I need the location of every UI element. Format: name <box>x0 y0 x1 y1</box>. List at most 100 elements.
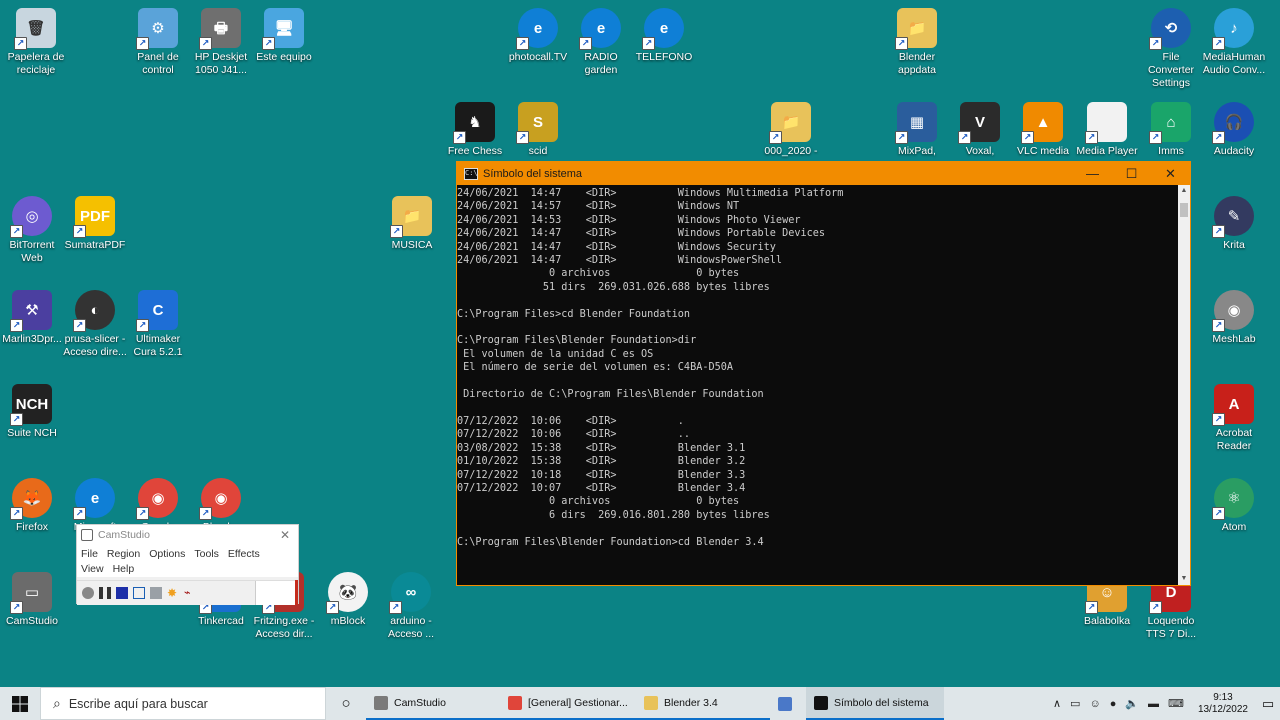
scid-icon: S ↗ <box>516 102 558 144</box>
scroll-thumb[interactable] <box>1180 203 1188 217</box>
file-converter-icon: ⟲ ↗ <box>1149 8 1191 50</box>
desktop-icon-telefono[interactable]: e ↗ TELEFONO <box>632 8 696 64</box>
desktop-icon-sumatra[interactable]: PDF ↗ SumatraPDF <box>63 196 127 252</box>
desktop-icon-equipo[interactable]: 🖥 ↗ Este equipo <box>252 8 316 64</box>
shortcut-arrow-icon: ↗ <box>958 131 971 144</box>
console-line: 03/08/2022 15:38 <DIR> Blender 3.1 <box>457 442 746 454</box>
taskbar-app[interactable] <box>770 687 806 720</box>
scrollbar[interactable]: ▲ ▼ <box>1178 185 1190 585</box>
desktop-icon-mediahuman[interactable]: ♪ ↗ MediaHuman Audio Conv... <box>1202 8 1266 77</box>
menu-item-options[interactable]: Options <box>149 547 185 562</box>
desktop-icon-firefox[interactable]: 🦊 ↗ Firefox <box>0 478 64 534</box>
desktop-icon-label: Ultimaker Cura 5.2.1 <box>133 333 183 358</box>
desktop-icon-marlin[interactable]: ⚒ ↗ Marlin3Dpr... <box>0 290 64 346</box>
camstudio-window[interactable]: CamStudio ✕ File Region Options Tools Effect… <box>76 524 299 605</box>
desktop-icon-mixpad[interactable]: ▦ ↗ MixPad, <box>885 102 949 158</box>
desktop-icon-imms[interactable]: ⌂ ↗ Imms <box>1139 102 1203 158</box>
region-icon[interactable] <box>133 587 145 599</box>
clock[interactable]: 9:13 13/12/2022 <box>1190 692 1256 716</box>
menu-item-view[interactable]: View <box>81 562 104 577</box>
taskbar-explorer[interactable]: Blender 3.4 <box>636 687 770 720</box>
task-label: Símbolo del sistema <box>834 696 929 709</box>
microphone-icon[interactable]: ● <box>1110 698 1117 710</box>
scroll-up-icon[interactable]: ▲ <box>1178 185 1190 197</box>
record-icon[interactable] <box>82 587 94 599</box>
console-output[interactable]: 24/06/2021 14:47 <DIR> Windows Multimedi… <box>457 185 1178 585</box>
desktop-icon-mediaplayer[interactable]: ↗ Media Player <box>1075 102 1139 158</box>
desktop-icon-recycle[interactable]: 🗑 ↗ Papelera de reciclaje <box>4 8 68 77</box>
taskbar-camstudio[interactable]: CamStudio <box>366 687 500 720</box>
effects-icon[interactable]: ✸ <box>167 587 179 599</box>
desktop-icon-hp[interactable]: 🖶 ↗ HP Deskjet 1050 J41... <box>189 8 253 77</box>
desktop-icon-musica[interactable]: 📁 ↗ MUSICA <box>380 196 444 252</box>
desktop-icon-prusa[interactable]: ◐ ↗ prusa-slicer - Acceso dire... <box>63 290 127 359</box>
notifications-icon[interactable]: ▭ <box>1256 696 1280 712</box>
desktop-icon-camstudio_ic[interactable]: ▭ ↗ CamStudio <box>0 572 64 628</box>
desktop-icon-radio[interactable]: e ↗ RADIO garden <box>569 8 633 77</box>
desktop-icon-acrobat[interactable]: A ↗ Acrobat Reader <box>1202 384 1266 453</box>
scroll-down-icon[interactable]: ▼ <box>1178 573 1190 585</box>
menu-item-help[interactable]: Help <box>113 562 135 577</box>
voxal-icon: V ↗ <box>958 102 1000 144</box>
desktop-icon-ultimaker[interactable]: C ↗ Ultimaker Cura 5.2.1 <box>126 290 190 359</box>
desktop-icon-fileconv[interactable]: ⟲ ↗ File Converter Settings <box>1139 8 1203 90</box>
desktop-icon-mblock[interactable]: 🐼 ↗ mBlock <box>316 572 380 628</box>
desktop-icon-nch[interactable]: NCH ↗ Suite NCH <box>0 384 64 440</box>
desktop-icon-label: Firefox <box>15 521 49 533</box>
folder-icon: 📁 ↗ <box>769 102 811 144</box>
atom-icon: ⚛ ↗ <box>1212 478 1254 520</box>
keyboard-icon[interactable]: ⌨ <box>1168 697 1184 710</box>
menu-item-file[interactable]: File <box>81 547 98 562</box>
volume-icon[interactable]: 🔈 <box>1125 697 1139 710</box>
start-button[interactable] <box>0 687 40 720</box>
options-icon[interactable] <box>150 587 162 599</box>
taskbar-cmd[interactable]: Símbolo del sistema <box>806 687 944 720</box>
menu-item-region[interactable]: Region <box>107 547 140 562</box>
shortcut-arrow-icon: ↗ <box>326 601 339 614</box>
chevron-up-icon[interactable]: ∧ <box>1053 697 1061 710</box>
windows-logo-icon <box>12 695 28 712</box>
minimize-button[interactable]: — <box>1073 162 1112 185</box>
desktop-icon-voxal[interactable]: V ↗ Voxal, <box>948 102 1012 158</box>
desktop-icon-arduino[interactable]: ∞ ↗ arduino - Acceso ... <box>379 572 443 641</box>
folder-icon: 📁 ↗ <box>390 196 432 238</box>
desktop-icon-label: SumatraPDF <box>64 239 126 251</box>
menu-item-tools[interactable]: Tools <box>194 547 219 562</box>
camstudio-titlebar[interactable]: CamStudio ✕ <box>77 525 298 545</box>
shortcut-arrow-icon: ↗ <box>73 225 86 238</box>
console-line: 07/12/2022 10:07 <DIR> Blender 3.4 <box>457 482 746 494</box>
cortana-icon[interactable]: ○ <box>326 695 366 712</box>
console-line: 6 dirs 269.016.801.280 bytes libres <box>457 509 770 521</box>
desktop-icon-meshlab[interactable]: ◉ ↗ MeshLab <box>1202 290 1266 346</box>
maximize-button[interactable]: ☐ <box>1112 162 1151 185</box>
search-box[interactable]: ⌕ Escribe aquí para buscar <box>40 687 326 720</box>
desktop-icon-atom[interactable]: ⚛ ↗ Atom <box>1202 478 1266 534</box>
chess-icon: ♞ ↗ <box>453 102 495 144</box>
close-button[interactable]: ✕ <box>1151 162 1190 185</box>
console-line: 24/06/2021 14:47 <DIR> WindowsPowerShell <box>457 255 783 267</box>
desktop-icon-bittorrent[interactable]: ◎ ↗ BitTorrent Web <box>0 196 64 265</box>
stop-icon[interactable] <box>116 587 128 599</box>
menu-item-effects[interactable]: Effects <box>228 547 260 562</box>
user-icon[interactable]: ☺ <box>1089 698 1100 710</box>
close-icon[interactable]: ✕ <box>280 528 290 542</box>
desktop-icon-f000[interactable]: 📁 ↗ 000_2020 - <box>759 102 823 158</box>
command-prompt-window[interactable]: C:\ Símbolo del sistema — ☐ ✕ 24/06/2021… <box>456 161 1191 586</box>
control-panel-icon: ⚙ ↗ <box>136 8 178 50</box>
desktop-icon-krita[interactable]: ✎ ↗ Krita <box>1202 196 1266 252</box>
desktop-icon-panel[interactable]: ⚙ ↗ Panel de control <box>126 8 190 77</box>
network-icon[interactable]: ▬ <box>1148 698 1159 710</box>
desktop-icon-scid[interactable]: S ↗ scid <box>506 102 570 158</box>
desktop-icon-freechess[interactable]: ♞ ↗ Free Chess <box>443 102 507 158</box>
tools-icon[interactable]: ⌁ <box>184 587 196 599</box>
window-icon[interactable]: ▭ <box>1070 697 1080 710</box>
desktop-icon-vlc[interactable]: ▲ ↗ VLC media <box>1011 102 1075 158</box>
desktop-icon-audacity[interactable]: 🎧 ↗ Audacity <box>1202 102 1266 158</box>
desktop-icon-label: Acrobat Reader <box>1215 427 1253 452</box>
pause-icon[interactable] <box>99 587 111 599</box>
cmd-titlebar[interactable]: C:\ Símbolo del sistema — ☐ ✕ <box>457 162 1190 185</box>
desktop-icon-photocall[interactable]: e ↗ photocall.TV <box>506 8 570 64</box>
taskbar-chrome[interactable]: [General] Gestionar... <box>500 687 636 720</box>
desktop-icon-blender_appdata[interactable]: 📁 ↗ Blender appdata <box>885 8 949 77</box>
